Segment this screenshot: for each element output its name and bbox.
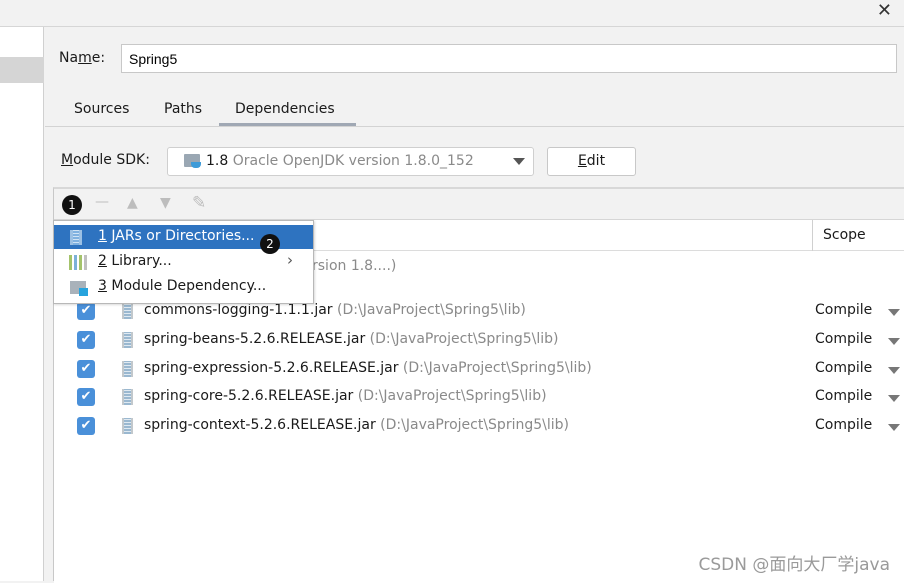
- checkbox[interactable]: ✔: [77, 359, 95, 378]
- menu-item-label: JARs or Directories...: [106, 228, 255, 244]
- move-up-icon[interactable]: ▲: [127, 195, 138, 211]
- table-row[interactable]: ✔ spring-expression-5.2.6.RELEASE.jar (D…: [54, 356, 904, 384]
- jar-path: (D:\JavaProject\Spring5\lib): [398, 359, 592, 376]
- module-sdk-label: Module SDK:: [61, 152, 150, 168]
- scope-select[interactable]: Compile: [815, 331, 872, 347]
- edit-sdk-button[interactable]: Edit: [547, 147, 636, 176]
- jar-icon: [122, 360, 133, 377]
- jar-path: (D:\JavaProject\Spring5\lib): [375, 417, 569, 434]
- edit-mnemonic: E: [577, 153, 587, 169]
- sdk-label-text: odule SDK:: [73, 152, 150, 168]
- divider: [45, 126, 904, 127]
- menu-item-jars-or-directories[interactable]: 1 JARs or Directories... 2: [54, 225, 313, 254]
- add-dependency-menu: 1 JARs or Directories... 2 2 Library... …: [53, 220, 314, 304]
- module-sdk-select[interactable]: 1.8 Oracle OpenJDK version 1.8.0_152: [167, 147, 534, 176]
- chevron-down-icon[interactable]: [888, 366, 900, 374]
- edit-label: dit: [586, 153, 606, 169]
- move-down-icon[interactable]: ▼: [160, 195, 171, 211]
- jar-path: (D:\JavaProject\Spring5\lib): [353, 388, 547, 405]
- checkbox[interactable]: ✔: [77, 388, 95, 407]
- dependency-name: spring-core-5.2.6.RELEASE.jar (D:\JavaPr…: [144, 388, 547, 404]
- sdk-label-mnemonic: M: [61, 152, 74, 168]
- menu-item-module-dependency[interactable]: 3 Module Dependency...: [54, 275, 313, 299]
- table-toolbar: 1 — ▲ ▼ ✎: [54, 189, 904, 220]
- jar-icon: [122, 303, 133, 319]
- sdk-row-text: rsion 1.8....): [312, 258, 397, 274]
- chevron-down-icon[interactable]: [888, 337, 900, 345]
- name-input[interactable]: [121, 44, 897, 73]
- chevron-down-icon: [513, 158, 525, 165]
- jar-name: commons-logging-1.1.1.jar: [144, 302, 333, 318]
- close-icon[interactable]: ✕: [877, 0, 892, 21]
- chevron-down-icon[interactable]: [888, 395, 900, 403]
- watermark: CSDN @面向大厂学java: [698, 555, 891, 575]
- jar-icon: [122, 331, 133, 348]
- menu-mnemonic: 1: [98, 228, 107, 244]
- jar-name: spring-expression-5.2.6.RELEASE.jar: [144, 359, 399, 376]
- name-label: Name:: [59, 50, 105, 66]
- jar-icon: [122, 389, 133, 406]
- table-row[interactable]: ✔ spring-core-5.2.6.RELEASE.jar (D:\Java…: [54, 384, 904, 412]
- chevron-right-icon: ›: [287, 251, 293, 269]
- jar-name: spring-beans-5.2.6.RELEASE.jar: [144, 330, 366, 347]
- tab-paths[interactable]: Paths: [164, 101, 202, 117]
- table-row[interactable]: ✔ spring-context-5.2.6.RELEASE.jar (D:\J…: [54, 413, 904, 441]
- menu-mnemonic: 2: [98, 253, 107, 269]
- jar-name: spring-core-5.2.6.RELEASE.jar: [144, 388, 354, 405]
- dependency-name: spring-context-5.2.6.RELEASE.jar (D:\Jav…: [144, 417, 569, 433]
- dependency-name: commons-logging-1.1.1.jar (D:\JavaProjec…: [144, 302, 526, 318]
- edit-pencil-icon[interactable]: ✎: [192, 193, 206, 213]
- menu-item-label: Library...: [106, 253, 172, 269]
- tab-sources[interactable]: Sources: [74, 101, 129, 117]
- jar-name: spring-context-5.2.6.RELEASE.jar: [144, 417, 376, 434]
- jar-icon: [70, 230, 82, 245]
- divider: [0, 26, 904, 27]
- checkbox[interactable]: ✔: [77, 302, 95, 320]
- jar-path: (D:\JavaProject\Spring5\lib): [332, 302, 526, 318]
- chevron-down-icon[interactable]: [888, 309, 900, 316]
- remove-icon[interactable]: —: [95, 194, 109, 210]
- sdk-description: Oracle OpenJDK version 1.8.0_152: [228, 153, 474, 169]
- menu-mnemonic: 3: [98, 278, 107, 294]
- table-row[interactable]: ✔ spring-beans-5.2.6.RELEASE.jar (D:\Jav…: [54, 327, 904, 355]
- jar-icon: [122, 418, 133, 435]
- name-label-text: e:: [91, 50, 106, 66]
- dependency-name: spring-beans-5.2.6.RELEASE.jar (D:\JavaP…: [144, 331, 558, 347]
- dependency-name: spring-expression-5.2.6.RELEASE.jar (D:\…: [144, 360, 592, 376]
- library-icon: [69, 255, 87, 270]
- menu-item-library[interactable]: 2 Library... ›: [54, 250, 313, 274]
- scope-select[interactable]: Compile: [815, 388, 872, 404]
- module-icon: [70, 281, 88, 296]
- jar-path: (D:\JavaProject\Spring5\lib): [365, 330, 559, 347]
- add-button[interactable]: 1: [62, 195, 82, 215]
- scope-select[interactable]: Compile: [815, 417, 872, 433]
- sidebar-selected-item[interactable]: [0, 57, 44, 83]
- jdk-folder-icon: [184, 154, 201, 168]
- name-label-text: Na: [59, 50, 79, 66]
- checkbox[interactable]: ✔: [77, 330, 95, 349]
- active-tab-indicator: [219, 123, 356, 126]
- scope-select[interactable]: Compile: [815, 360, 872, 376]
- checkbox[interactable]: ✔: [77, 417, 95, 436]
- tab-dependencies[interactable]: Dependencies: [235, 101, 335, 117]
- sidebar: [0, 27, 44, 581]
- sdk-version: 1.8: [206, 153, 229, 169]
- scope-column-header[interactable]: Scope: [812, 220, 876, 251]
- scope-select[interactable]: Compile: [815, 302, 872, 318]
- chevron-down-icon[interactable]: [888, 424, 900, 432]
- name-label-mnemonic: m: [78, 50, 92, 66]
- menu-item-label: Module Dependency...: [106, 278, 267, 294]
